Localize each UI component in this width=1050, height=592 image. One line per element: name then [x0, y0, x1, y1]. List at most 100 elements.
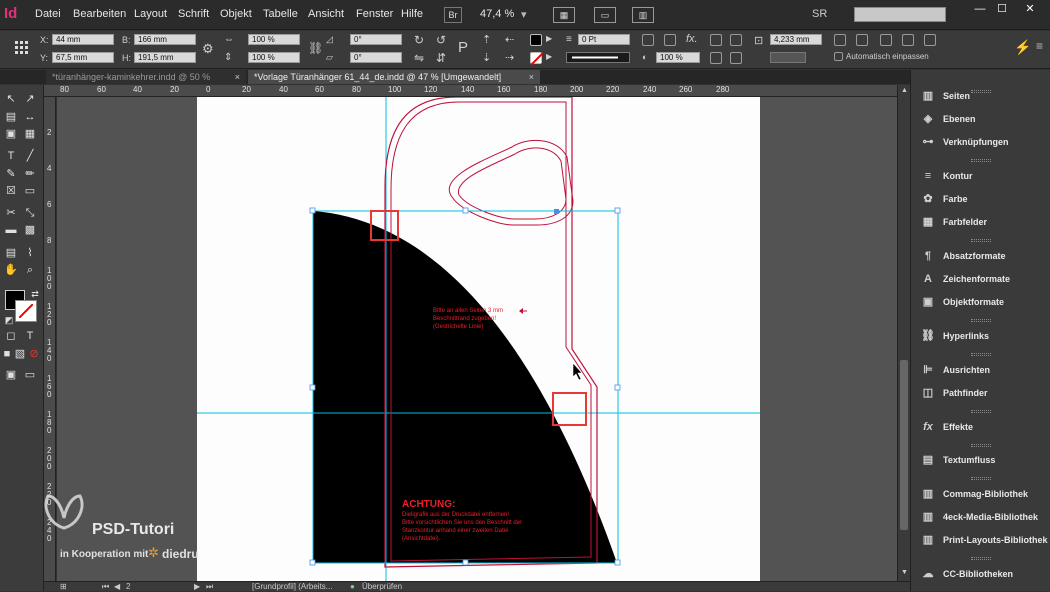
normal-view-icon[interactable]: ▣ [4, 368, 18, 382]
reference-point-icon[interactable] [14, 40, 28, 54]
close-tab-icon[interactable]: × [529, 70, 534, 84]
preflight-status[interactable]: Überprüfen [362, 582, 402, 591]
panel-item-commag-bibliothek[interactable]: ▥ Commag-Bibliothek [911, 484, 1050, 504]
page-navigation-icon[interactable]: ⊞ [60, 582, 67, 591]
rotate-ccw-icon[interactable]: ↺ [436, 33, 446, 47]
apply-none-icon[interactable]: ⊘ [27, 347, 41, 361]
vertical-scrollbar[interactable]: ▲ ▼ [897, 85, 910, 581]
panel-item-seiten[interactable]: ▥ Seiten [911, 86, 1050, 106]
zoom-tool-icon[interactable]: ⌕ [23, 263, 37, 277]
preflight-profile[interactable]: [Grundprofil] (Arbeits... [252, 582, 332, 591]
fill-frame-icon[interactable] [902, 34, 914, 46]
eyedropper-tool-icon[interactable]: ⌇ [23, 246, 37, 260]
pencil-tool-icon[interactable]: ✏ [23, 167, 37, 181]
close-tab-icon[interactable]: × [235, 70, 240, 84]
panel-group-grip[interactable] [971, 557, 991, 560]
width-field[interactable]: 166 mm [134, 34, 196, 45]
content-collector-icon[interactable]: ▣ [4, 127, 18, 141]
format-container-icon[interactable]: ◻ [4, 329, 18, 343]
link-scale-icon[interactable]: ⛓ [308, 41, 323, 55]
direct-selection-tool-icon[interactable]: ↗ [23, 92, 37, 106]
panel-item-ebenen[interactable]: ◈ Ebenen [911, 109, 1050, 129]
auto-fit-checkbox[interactable] [834, 52, 843, 61]
rotate-cw-icon[interactable]: ↻ [414, 33, 424, 47]
panel-item-farbfelder[interactable]: ▦ Farbfelder [911, 212, 1050, 232]
format-text-icon[interactable]: T [23, 329, 37, 343]
panel-item-pathfinder[interactable]: ◫ Pathfinder [911, 383, 1050, 403]
next-page-icon[interactable]: ▶ [194, 582, 200, 591]
tab-vorlage[interactable]: *Vorlage Türanhänger 61_44_de.indd @ 47 … [248, 70, 540, 84]
view-options-icon[interactable]: ▦ [553, 7, 575, 23]
fit-content-icon[interactable] [834, 34, 846, 46]
fx-icon[interactable]: fx. [686, 33, 698, 45]
gradient-feather-tool-icon[interactable]: ▩ [23, 223, 37, 237]
panel-item-verknuepfungen[interactable]: ⊶ Verknüpfungen [911, 132, 1050, 152]
rectangle-frame-tool-icon[interactable]: ☒ [4, 184, 18, 198]
panel-item-objektformate[interactable]: ▣ Objektformate [911, 292, 1050, 312]
opacity-field[interactable]: 100 % [656, 52, 700, 63]
scale-x-field[interactable]: 100 % [248, 34, 300, 45]
pen-tool-icon[interactable]: ✎ [4, 167, 18, 181]
tab-kaminkehrer[interactable]: *türanhänger-kaminkehrer.indd @ 50 % × [46, 70, 246, 84]
panel-group-grip[interactable] [971, 444, 991, 447]
x-position-field[interactable]: 44 mm [52, 34, 114, 45]
screen-mode-icon[interactable]: ▭ [594, 7, 616, 23]
panel-item-zeichenformate[interactable]: A Zeichenformate [911, 269, 1050, 289]
menu-objekt[interactable]: Objekt [220, 8, 252, 20]
flip-vertical-icon[interactable]: ⇵ [436, 51, 446, 65]
stroke-swatch[interactable] [530, 52, 544, 66]
height-field[interactable]: 191,5 mm [134, 52, 196, 63]
panel-item-hyperlinks[interactable]: ⛓ Hyperlinks [911, 326, 1050, 346]
menu-tabelle[interactable]: Tabelle [263, 8, 298, 20]
selection-tool-icon[interactable]: ↖ [4, 92, 18, 106]
stroke-weight-field[interactable]: 0 Pt [578, 34, 630, 45]
zoom-dropdown-icon[interactable]: ▾ [521, 8, 527, 21]
page-tool-icon[interactable]: ▤ [4, 110, 18, 124]
dimension-field[interactable]: 4,233 mm [770, 34, 822, 45]
panel-group-grip[interactable] [971, 239, 991, 242]
menu-schrift[interactable]: Schrift [178, 8, 209, 20]
horizontal-ruler[interactable]: 80 60 40 20 0 20 40 60 80 100 120 140 16… [44, 85, 910, 97]
select-next-icon[interactable]: ⇢ [505, 51, 514, 64]
fit-proportionally-icon[interactable] [924, 34, 936, 46]
menu-ansicht[interactable]: Ansicht [308, 8, 344, 20]
constrain-proportions-icon[interactable]: ⚙ [202, 41, 214, 57]
stroke-color-swatch[interactable] [15, 300, 37, 322]
text-wrap-bbox-icon[interactable] [730, 34, 742, 46]
y-position-field[interactable]: 67,5 mm [52, 52, 114, 63]
menu-fenster[interactable]: Fenster [356, 8, 393, 20]
rectangle-tool-icon[interactable]: ▭ [23, 184, 37, 198]
rotation-field[interactable]: 0° [350, 34, 402, 45]
panel-item-farbe[interactable]: ✿ Farbe [911, 189, 1050, 209]
shear-field[interactable]: 0° [350, 52, 402, 63]
select-content-icon[interactable]: ⇣ [482, 51, 491, 64]
control-menu-icon[interactable]: ≡ [1036, 39, 1043, 53]
panel-item-cc-bibliotheken[interactable]: ☁ CC-Bibliotheken [911, 564, 1050, 584]
arrange-documents-icon[interactable]: ▥ [632, 7, 654, 23]
menu-datei[interactable]: Datei [35, 8, 61, 20]
fit-frame-icon[interactable] [856, 34, 868, 46]
close-window-icon[interactable]: ✕ [1020, 3, 1040, 17]
scale-y-field[interactable]: 100 % [248, 52, 300, 63]
line-tool-icon[interactable]: ╱ [23, 149, 37, 163]
free-transform-tool-icon[interactable]: ⤡ [23, 206, 37, 220]
menu-layout[interactable]: Layout [134, 8, 167, 20]
stroke-type-select[interactable] [566, 52, 630, 63]
menu-bearbeiten[interactable]: Bearbeiten [73, 8, 126, 20]
content-placer-icon[interactable]: ▦ [23, 127, 37, 141]
select-container-icon[interactable]: ⇡ [482, 33, 491, 46]
panel-item-ausrichten[interactable]: ⊫ Ausrichten [911, 360, 1050, 380]
apply-gradient-icon[interactable]: ▧ [13, 347, 27, 361]
swap-colors-icon[interactable]: ⇄ [28, 287, 42, 301]
search-input[interactable] [854, 7, 946, 22]
previous-page-icon[interactable]: ◀ [114, 582, 120, 591]
apply-color-icon[interactable]: ■ [0, 347, 14, 361]
scroll-thumb[interactable] [900, 360, 908, 530]
default-colors-icon[interactable]: ◩ [2, 313, 16, 327]
scroll-up-icon[interactable]: ▲ [901, 87, 908, 94]
text-wrap-shape-icon[interactable] [710, 52, 722, 64]
hand-tool-icon[interactable]: ✋ [4, 263, 18, 277]
scroll-down-icon[interactable]: ▼ [901, 569, 908, 576]
menu-hilfe[interactable]: Hilfe [401, 8, 423, 20]
panel-item-textumfluss[interactable]: ▤ Textumfluss [911, 450, 1050, 470]
